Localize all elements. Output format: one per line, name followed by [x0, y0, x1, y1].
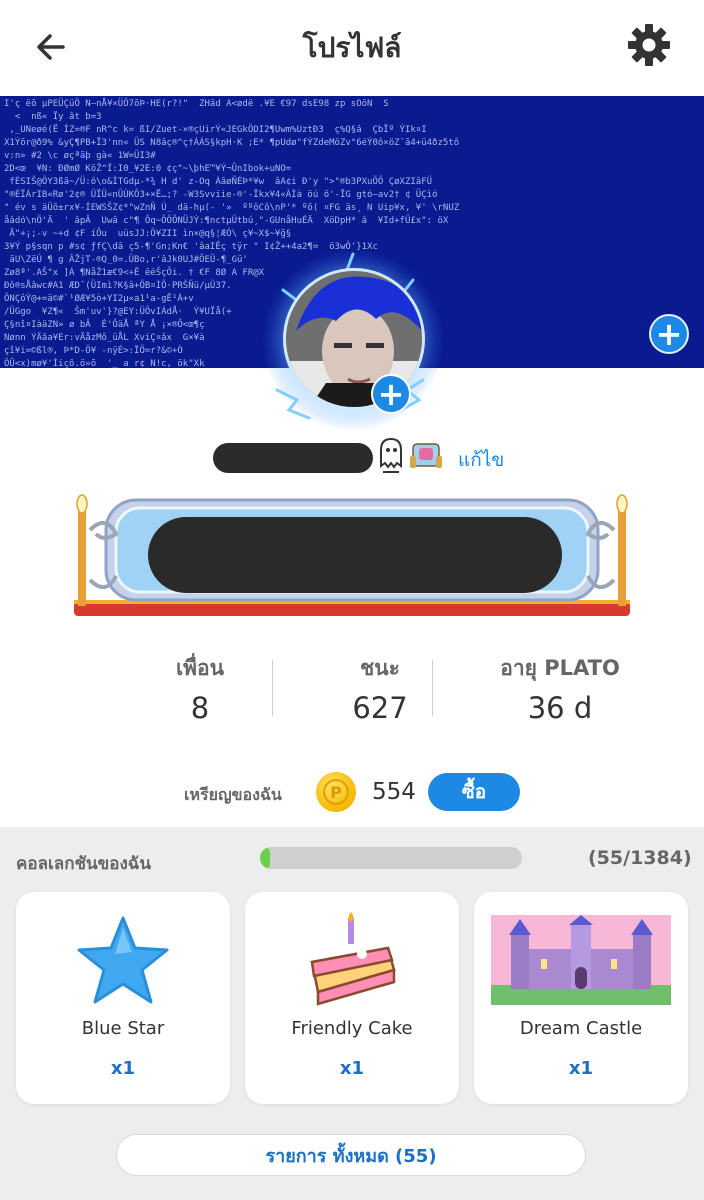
collection-count: (55/1384): [588, 847, 692, 869]
stat-wins: ชนะ 627: [290, 652, 470, 726]
stat-value: 36 d: [527, 691, 593, 725]
divider: [272, 660, 273, 716]
item-quantity: x1: [568, 1058, 594, 1079]
username-redacted: [213, 443, 373, 473]
throne-icon: [410, 443, 442, 468]
coins-balance: 554: [372, 779, 416, 805]
change-avatar-button[interactable]: +: [371, 374, 411, 414]
gear-icon: [628, 24, 670, 66]
buy-coins-button[interactable]: ซื้อ: [428, 773, 520, 811]
stat-plato-age: อายุ PLATO 36 d: [470, 652, 650, 726]
collection-item-card[interactable]: Friendly Cake x1: [245, 892, 459, 1104]
collection-progress-bar: [260, 847, 522, 869]
edit-profile-link[interactable]: แก้ไข: [458, 445, 504, 475]
cake-icon: [310, 912, 396, 1006]
top-bar: โปรไฟล์: [0, 0, 704, 96]
stat-label: เพื่อน: [176, 656, 224, 680]
stat-label: ชนะ: [360, 656, 400, 680]
coin-letter: P: [323, 779, 349, 805]
stat-value: 627: [352, 691, 408, 725]
ghost-icon: [380, 437, 402, 473]
blue-star-icon: [77, 916, 169, 1004]
plus-icon: +: [655, 315, 683, 353]
item-name: Dream Castle: [519, 1018, 643, 1039]
stats-row: เพื่อน 8 ชนะ 627 อายุ PLATO 36 d: [110, 652, 650, 726]
stat-friends[interactable]: เพื่อน 8: [110, 652, 290, 726]
coin-icon: P: [316, 772, 356, 812]
view-all-button[interactable]: รายการ ทั้งหมด (55): [116, 1134, 586, 1176]
status-message-redacted: [148, 517, 562, 593]
item-name: Friendly Cake: [291, 1018, 413, 1039]
settings-button[interactable]: [624, 20, 674, 70]
stat-value: 8: [190, 691, 210, 725]
collection-item-card[interactable]: Dream Castle x1: [474, 892, 688, 1104]
divider: [432, 660, 433, 716]
item-name: Blue Star: [81, 1018, 165, 1039]
item-quantity: x1: [110, 1058, 136, 1079]
collection-title: คอลเลกชันของฉัน: [16, 854, 152, 874]
collection-item-card[interactable]: Blue Star x1: [16, 892, 230, 1104]
page-title: โปรไฟล์: [302, 31, 402, 64]
coins-label: เหรียญของฉัน: [184, 785, 282, 804]
add-cover-button[interactable]: +: [649, 314, 689, 354]
castle-image: [491, 915, 671, 1005]
stat-label: อายุ PLATO: [500, 656, 620, 680]
item-quantity: x1: [339, 1058, 365, 1079]
avatar-frame[interactable]: +: [263, 250, 443, 440]
plus-icon: +: [377, 375, 405, 413]
